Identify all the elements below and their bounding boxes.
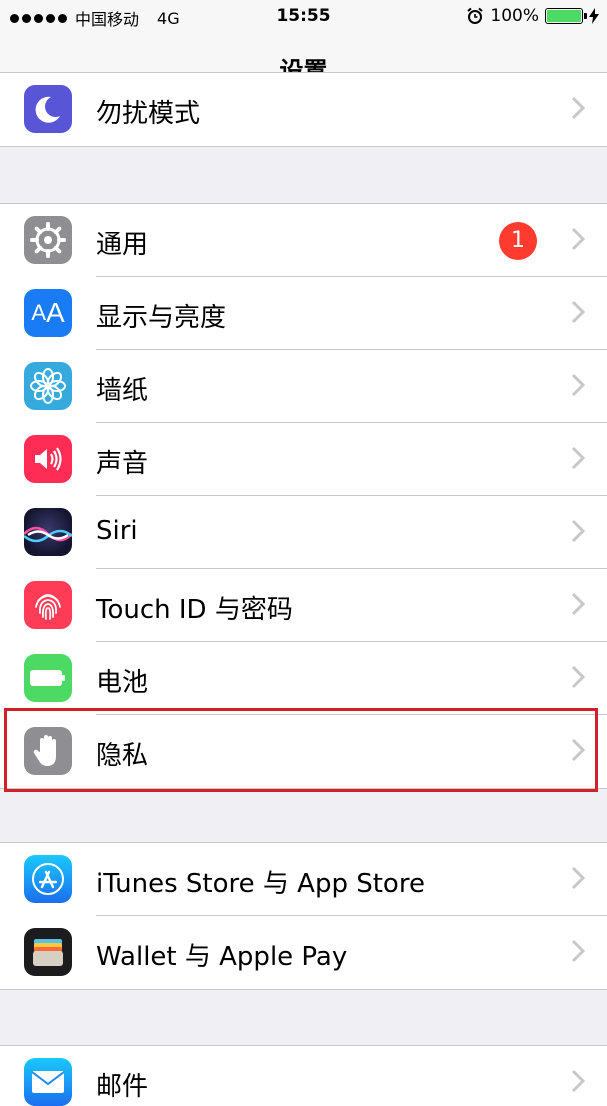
settings-row-itunes-app-store[interactable]: iTunes Store 与 App Store [0, 843, 607, 916]
settings-row-label: 墙纸 [96, 376, 149, 406]
settings-row-do-not-disturb[interactable]: 勿扰模式 [0, 73, 607, 146]
settings-row-wallpaper[interactable]: 墙纸 [0, 350, 607, 423]
settings-row-label: 显示与亮度 [96, 303, 227, 333]
chevron-right-icon [571, 738, 585, 762]
chevron-right-icon [571, 939, 585, 963]
settings-group-4: 邮件 [0, 1045, 607, 1106]
alarm-clock-icon [467, 7, 484, 24]
chevron-right-icon [571, 592, 585, 616]
charging-bolt-icon [589, 8, 599, 24]
gear-icon [24, 216, 72, 264]
chevron-right-icon [571, 446, 585, 470]
chevron-right-icon [571, 1069, 585, 1093]
settings-row-privacy[interactable]: 隐私 [0, 715, 607, 788]
fingerprint-icon [24, 581, 72, 629]
mail-icon [24, 1058, 72, 1106]
text-size-icon: AA [24, 289, 72, 337]
settings-row-general[interactable]: 通用 1 [0, 204, 607, 277]
settings-group-2: 通用 1 AA 显示与亮度 墙纸 声音 Siri Touch ID 与密码 电池… [0, 203, 607, 789]
battery-status-icon [545, 8, 587, 24]
settings-row-label: 声音 [96, 449, 149, 479]
settings-row-label: Touch ID 与密码 [96, 595, 293, 625]
flower-icon [24, 362, 72, 410]
settings-row-battery[interactable]: 电池 [0, 642, 607, 715]
status-bar: 中国移动 4G 15:55 100% [0, 0, 607, 34]
settings-row-label: 邮件 [96, 1072, 149, 1102]
chevron-right-icon [571, 866, 585, 890]
hand-icon [24, 727, 72, 775]
wallet-icon [24, 928, 72, 976]
settings-row-label: 隐私 [96, 741, 149, 771]
settings-row-label: Siri [96, 516, 138, 546]
settings-row-label: 电池 [96, 668, 149, 698]
settings-row-display-brightness[interactable]: AA 显示与亮度 [0, 277, 607, 350]
chevron-right-icon [571, 96, 585, 120]
status-right: 100% [466, 6, 599, 26]
chevron-right-icon [571, 227, 585, 251]
settings-group-3: iTunes Store 与 App Store Wallet 与 Apple … [0, 842, 607, 990]
notification-badge: 1 [499, 222, 537, 260]
chevron-right-icon [571, 519, 585, 543]
chevron-right-icon [571, 665, 585, 689]
settings-row-sounds[interactable]: 声音 [0, 423, 607, 496]
speaker-icon [24, 435, 72, 483]
battery-icon [24, 654, 72, 702]
settings-row-touch-id-passcode[interactable]: Touch ID 与密码 [0, 569, 607, 642]
moon-icon [24, 85, 72, 133]
settings-row-mail[interactable]: 邮件 [0, 1046, 607, 1106]
battery-percentage: 100% [490, 6, 539, 26]
chevron-right-icon [571, 373, 585, 397]
app-store-icon [24, 855, 72, 903]
settings-row-label: Wallet 与 Apple Pay [96, 942, 348, 972]
settings-group-1: 勿扰模式 [0, 72, 607, 147]
settings-row-label: iTunes Store 与 App Store [96, 869, 425, 899]
settings-row-wallet-apple-pay[interactable]: Wallet 与 Apple Pay [0, 916, 607, 989]
settings-row-siri[interactable]: Siri [0, 496, 607, 569]
settings-row-label: 勿扰模式 [96, 99, 201, 129]
chevron-right-icon [571, 300, 585, 324]
settings-row-label: 通用 [96, 230, 149, 260]
siri-icon [24, 508, 72, 556]
